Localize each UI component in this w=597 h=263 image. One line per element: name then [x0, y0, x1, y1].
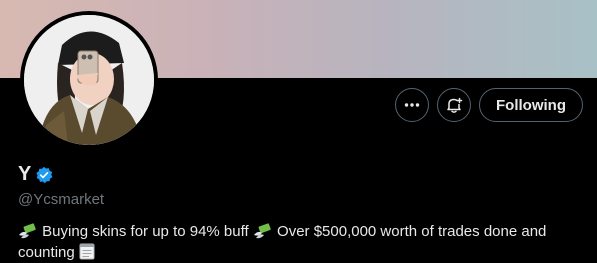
- bell-plus-icon: [447, 97, 463, 113]
- notifications-button[interactable]: [437, 88, 472, 122]
- name-row: Y: [18, 163, 53, 186]
- handle: @Ycsmarket: [18, 191, 105, 208]
- money-with-wings-icon: [19, 223, 36, 239]
- ellipsis-icon: [404, 103, 420, 107]
- bio-text-1: Buying skins for up to 94% buff: [42, 223, 249, 240]
- money-with-wings-icon: [253, 223, 271, 239]
- following-button[interactable]: Following: [479, 88, 583, 122]
- verified-badge-icon[interactable]: [35, 166, 53, 184]
- spiral-notepad-icon: [79, 243, 95, 260]
- more-button[interactable]: [395, 88, 430, 122]
- avatar-illustration: [24, 15, 154, 145]
- profile-bio: Buying skins for up to 94% buff Over $50…: [18, 221, 583, 263]
- avatar[interactable]: [24, 15, 154, 145]
- display-name: Y: [18, 163, 32, 185]
- profile-actions: Following: [395, 88, 583, 122]
